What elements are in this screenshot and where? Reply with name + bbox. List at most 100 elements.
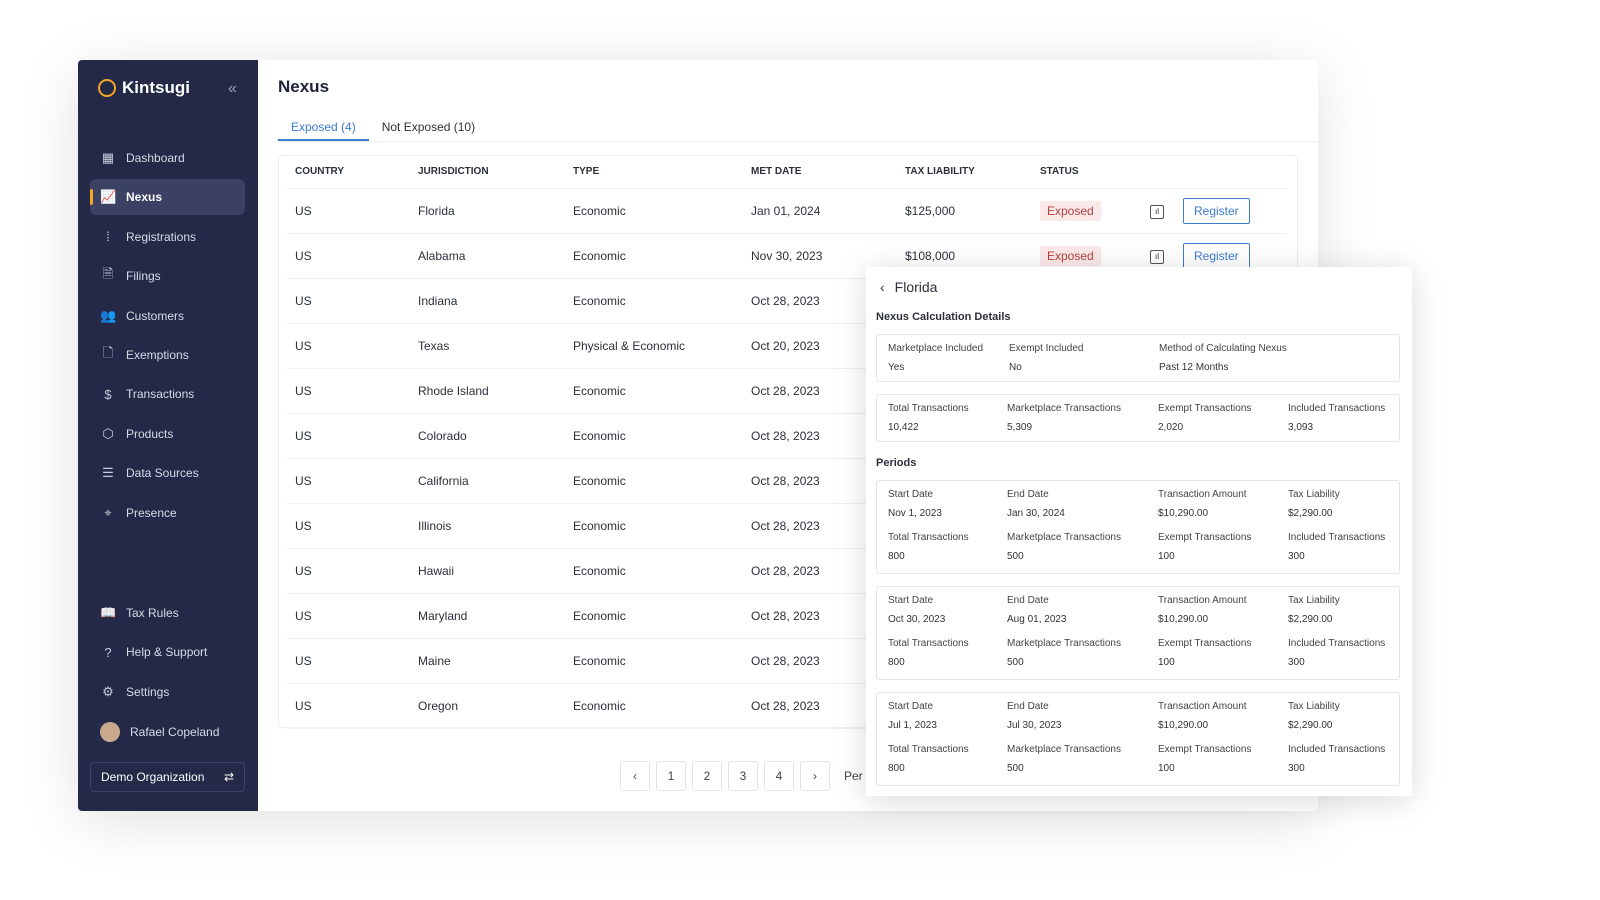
sidebar-item-label: Registrations [126, 229, 197, 244]
table-cell: Florida [410, 188, 565, 234]
table-cell: Illinois [410, 503, 565, 549]
org-switcher[interactable]: Demo Organization ⇄ [90, 762, 245, 792]
field-label: Included Transactions [1288, 638, 1386, 649]
field-label: Tax Liability [1288, 489, 1340, 500]
field-label: End Date [1007, 489, 1049, 500]
sidebar-item-filings[interactable]: 🗎 Filings [90, 258, 245, 294]
sidebar-item-registrations[interactable]: ⁞ Registrations [90, 219, 245, 255]
back-icon[interactable]: ‹ [880, 279, 885, 295]
detail-field: Exempt Transactions 100 [1158, 744, 1251, 774]
sidebar-item-label: Tax Rules [126, 606, 179, 620]
table-cell: Economic [565, 548, 743, 594]
field-value: $10,290.00 [1158, 614, 1209, 625]
sidebar-item-nexus[interactable]: 📈 Nexus [90, 179, 245, 216]
detail-field: Transaction Amount $10,290.00 [1158, 595, 1247, 625]
user-profile[interactable]: Rafael Copeland [90, 714, 245, 750]
report-chart-icon[interactable]: ıl [1150, 204, 1164, 219]
sidebar-item-settings[interactable]: ⚙ Settings [90, 674, 245, 710]
report-chart-icon[interactable]: ıl [1150, 249, 1164, 264]
switch-icon: ⇄ [223, 770, 234, 784]
table-cell: Exposed [1032, 188, 1142, 234]
field-value: Yes [888, 362, 905, 373]
logo[interactable]: Kintsugi [98, 78, 190, 98]
org-name: Demo Organization [101, 770, 205, 784]
field-label: Tax Liability [1288, 595, 1340, 606]
field-value: 800 [888, 763, 905, 774]
sidebar-item-transactions[interactable]: $ Transactions [90, 376, 245, 412]
sidebar-item-label: Presence [126, 505, 177, 520]
column-header-tax-liability: TAX LIABILITY [897, 156, 1032, 189]
tab-exposed[interactable]: Exposed (4) [278, 114, 369, 141]
tab-not-exposed[interactable]: Not Exposed (10) [369, 114, 488, 141]
register-button[interactable]: Register [1182, 242, 1250, 269]
field-value: 300 [1288, 763, 1305, 774]
sidebar-item-label: Filings [126, 269, 161, 284]
field-value: 500 [1007, 657, 1024, 668]
table-cell: Alabama [410, 233, 565, 279]
sidebar-item-presence[interactable]: ⌖ Presence [90, 495, 245, 531]
table-cell: Maine [410, 638, 565, 684]
table-cell: Indiana [410, 278, 565, 324]
field-label: Method of Calculating Nexus [1159, 343, 1287, 354]
sidebar-item-data-sources[interactable]: ☰ Data Sources [90, 455, 245, 491]
sidebar-item-label: Dashboard [126, 151, 185, 165]
sidebar-item-exemptions[interactable]: 🗋 Exemptions [90, 337, 245, 373]
table-cell: Economic [565, 278, 743, 324]
totals-box: Total Transactions 10,422 Marketplace Tran… [876, 394, 1400, 442]
field-value: 300 [1288, 551, 1305, 562]
prev-page-button[interactable]: ‹ [620, 761, 650, 791]
sidebar-item-tax-rules[interactable]: 📖 Tax Rules [90, 595, 245, 631]
dashboard-icon: ▦ [101, 150, 115, 165]
field-label: Included Transactions [1288, 744, 1386, 755]
field-value: 100 [1158, 657, 1175, 668]
table-row[interactable]: US Florida Economic Jan 01, 2024 $125,000 Exp… [287, 188, 1287, 234]
field-value: $2,290.00 [1288, 720, 1333, 731]
sidebar-item-customers[interactable]: 👥 Customers [90, 298, 245, 334]
field-value: Jan 30, 2024 [1007, 508, 1065, 519]
field-label: Transaction Amount [1158, 701, 1247, 712]
exemptions-icon: 🗋 [102, 345, 114, 360]
table-cell: US [287, 233, 410, 279]
period-card: Start Date Jul 1, 2023 End Date Jul 30, 202… [876, 692, 1400, 786]
column-header-met-date: MET DATE [743, 156, 897, 189]
field-value: 10,422 [888, 422, 919, 433]
page-button-1[interactable]: 1 [656, 761, 686, 791]
page-button-3[interactable]: 3 [728, 761, 758, 791]
sidebar-item-dashboard[interactable]: ▦ Dashboard [90, 140, 245, 176]
page-button-4[interactable]: 4 [764, 761, 794, 791]
field-label: Start Date [888, 701, 934, 712]
detail-field: Exempt Transactions 2,020 [1158, 403, 1251, 433]
jurisdiction-detail-panel: ‹ Florida Nexus Calculation Details Marke… [866, 267, 1412, 796]
field-label: Transaction Amount [1158, 595, 1247, 606]
table-cell: Economic [565, 683, 743, 729]
collapse-sidebar-icon[interactable]: « [228, 80, 237, 98]
column-header-jurisdiction: JURISDICTION [410, 156, 565, 189]
status-badge: Exposed [1040, 245, 1101, 266]
table-cell: Economic [565, 233, 743, 279]
field-label: Tax Liability [1288, 701, 1340, 712]
register-button[interactable]: Register [1182, 197, 1250, 224]
detail-field: Total Transactions 800 [888, 744, 969, 774]
field-value: $10,290.00 [1158, 720, 1209, 731]
next-page-button[interactable]: › [800, 761, 830, 791]
detail-field: Tax Liability $2,290.00 [1288, 701, 1340, 731]
sidebar-item-products[interactable]: ⬡ Products [90, 416, 245, 452]
kintsugi-logo-icon [98, 79, 116, 97]
field-value: Aug 01, 2023 [1007, 614, 1067, 625]
transactions-icon: $ [104, 386, 112, 402]
table-cell: US [287, 548, 410, 594]
field-label: Total Transactions [888, 403, 969, 414]
detail-field: Transaction Amount $10,290.00 [1158, 701, 1247, 731]
field-value: $2,290.00 [1288, 614, 1333, 625]
field-label: Marketplace Transactions [1007, 744, 1121, 755]
field-value: 300 [1288, 657, 1305, 668]
page-button-2[interactable]: 2 [692, 761, 722, 791]
field-label: End Date [1007, 595, 1049, 606]
detail-field: Start Date Jul 1, 2023 [888, 701, 937, 731]
sidebar-item-label: Customers [126, 308, 185, 323]
sidebar-item-help-support[interactable]: ? Help & Support [90, 634, 245, 670]
sidebar-item-label: Transactions [126, 387, 195, 402]
detail-field: Exempt Transactions 100 [1158, 638, 1251, 668]
tabs: Exposed (4) Not Exposed (10) [278, 114, 1318, 142]
field-label: Start Date [888, 489, 934, 500]
